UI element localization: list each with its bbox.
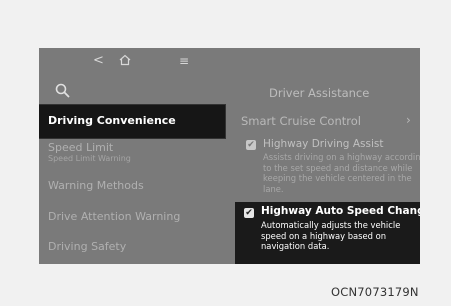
highway-driving-assist-title: Highway Driving Assist	[263, 138, 384, 150]
left-menu-item-sublabel: Speed Limit Warning	[48, 154, 131, 163]
menu-icon[interactable]: ≡	[179, 55, 189, 67]
chevron-right-icon: ›	[406, 113, 411, 127]
chevron-left-icon[interactable]: <	[93, 54, 104, 67]
left-menu-item-label: Speed Limit	[48, 141, 114, 154]
highway-auto-speed-change-option[interactable]: ✔ Highway Auto Speed Change Automaticall…	[235, 202, 420, 264]
smart-cruise-control-label: Smart Cruise Control	[241, 114, 361, 128]
left-menu-item-label: Driving Convenience	[48, 114, 176, 127]
left-menu-item-label: Driving Safety	[48, 240, 127, 253]
checkbox-highway-driving-assist[interactable]: ✔	[246, 140, 256, 150]
infotainment-screen: < ≡ Driver Assistance Driving Convenienc…	[39, 48, 420, 264]
checkbox-highway-auto-speed-change[interactable]: ✔	[244, 208, 254, 218]
top-nav-bar: < ≡	[39, 48, 420, 76]
left-menu-item-warning-methods[interactable]: Warning Methods	[48, 179, 144, 192]
highway-auto-speed-change-description: Automatically adjusts the vehicle speed …	[261, 220, 401, 251]
left-menu-item-speed-limit[interactable]: Speed Limit Speed Limit Warning	[48, 141, 131, 163]
highway-driving-assist-description: Assists driving on a highway according t…	[263, 152, 420, 194]
home-icon[interactable]	[119, 54, 131, 66]
left-menu-item-label: Drive Attention Warning	[48, 210, 181, 223]
left-menu-item-label: Warning Methods	[48, 179, 144, 192]
highway-auto-speed-change-title: Highway Auto Speed Change	[261, 205, 420, 217]
figure-code: OCN7073179N	[331, 285, 419, 299]
left-menu-item-driving-safety[interactable]: Driving Safety	[48, 240, 126, 253]
left-menu-item-drive-attention-warning[interactable]: Drive Attention Warning	[48, 210, 180, 223]
page-title: Driver Assistance	[269, 86, 370, 100]
left-menu-item-driving-convenience[interactable]: Driving Convenience	[39, 105, 225, 138]
search-icon[interactable]	[54, 82, 72, 100]
